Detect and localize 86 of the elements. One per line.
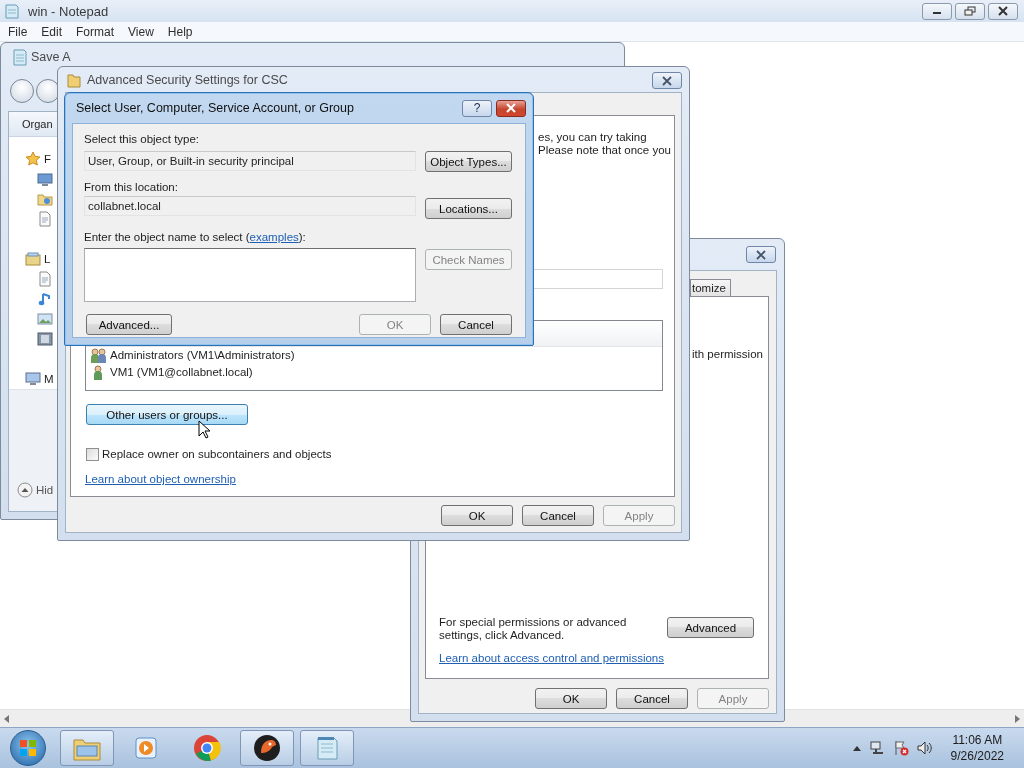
browser-icon [193, 734, 221, 762]
sidebar-item[interactable]: F [44, 152, 52, 166]
taskbar-button[interactable] [240, 730, 294, 766]
close-button[interactable] [746, 246, 776, 263]
window-title: Save A [31, 50, 71, 64]
menu-item[interactable]: Edit [34, 24, 70, 39]
close-button[interactable] [652, 72, 682, 89]
window-title: Advanced Security Settings for CSC [87, 72, 288, 87]
close-icon [998, 6, 1008, 16]
network-icon [868, 740, 885, 756]
object-type-field: User, Group, or Built-in security principal [84, 151, 416, 171]
film-icon [37, 331, 53, 347]
menu-item[interactable]: Format [69, 24, 122, 39]
bird-icon [252, 733, 282, 763]
chevron-up-icon [852, 745, 861, 751]
menu-item[interactable]: File [1, 24, 35, 39]
close-icon [662, 75, 672, 86]
help-button[interactable]: ? [462, 99, 492, 117]
tab[interactable]: tomize [690, 279, 731, 296]
dialog-button[interactable]: Cancel [440, 314, 512, 335]
menu-item[interactable]: Help [160, 24, 200, 39]
list-item[interactable]: Administrators (VM1\Administrators) [110, 349, 295, 362]
document-icon [37, 271, 53, 287]
minimize-button[interactable] [922, 2, 952, 20]
locations-button[interactable]: Locations... [425, 198, 512, 219]
checkbox-label: Replace owner on subcontainers and objects [102, 448, 332, 461]
object-name-field[interactable] [84, 248, 416, 302]
close-button[interactable] [496, 99, 526, 117]
permission-text: ith permission [692, 348, 764, 361]
people-icon [91, 347, 107, 364]
checkbox[interactable] [86, 448, 99, 461]
advanced-note: For special permissions or advanced settings, click Advanced. [439, 616, 628, 642]
clock-date: 9/26/2022 [950, 748, 1004, 764]
dialog-button[interactable]: Cancel [522, 505, 594, 526]
field-label: Select this object type: [84, 133, 201, 146]
sidebar-item[interactable]: L [44, 252, 51, 266]
close-button[interactable] [988, 2, 1018, 20]
close-icon [756, 249, 766, 260]
field-label: From this location: [84, 181, 179, 194]
right-arrow-icon [1014, 714, 1020, 723]
other-users-button[interactable]: Other users or groups... [86, 404, 248, 425]
left-arrow-icon [4, 714, 10, 723]
note-text: es, you can try taking [538, 131, 648, 144]
object-types-button[interactable]: Object Types... [425, 151, 512, 172]
restore-icon [964, 6, 976, 16]
folder-icon [67, 71, 81, 88]
clock[interactable]: 11:06 AM 9/26/2022 [950, 732, 1004, 764]
forward-button[interactable] [36, 79, 60, 103]
collapse-icon [17, 482, 33, 498]
toolbar-menu[interactable]: Organ [22, 117, 53, 131]
examples-link[interactable]: examples [249, 231, 299, 243]
windows-logo-icon [19, 739, 37, 757]
monitor-icon [37, 171, 53, 187]
play-icon [134, 735, 160, 761]
note-text: Please note that once you [538, 144, 672, 157]
advanced-button[interactable]: Advanced... [86, 314, 172, 335]
folder-icon [37, 191, 53, 207]
flag-icon [892, 740, 909, 756]
star-icon [25, 151, 41, 167]
list-item[interactable]: VM1 (VM1@collabnet.local) [110, 366, 253, 379]
window-title: Select User, Computer, Service Account, or Group [76, 101, 354, 115]
dialog-button[interactable]: OK [441, 505, 513, 526]
back-button[interactable] [10, 79, 34, 103]
volume-icon [916, 740, 933, 756]
help-link[interactable]: Learn about object ownership [85, 473, 236, 485]
sidebar-item[interactable]: M [44, 372, 54, 386]
pointer-icon [198, 420, 210, 439]
clock-time: 11:06 AM [952, 732, 1003, 748]
start-button[interactable] [10, 730, 46, 766]
window-title: win - Notepad [28, 3, 109, 19]
computer-icon [25, 371, 41, 387]
hide-folders-link[interactable]: Hid [36, 483, 54, 497]
advanced-button[interactable]: Advanced [667, 617, 754, 638]
dialog-button[interactable]: Cancel [616, 688, 688, 709]
menu-item[interactable]: View [121, 24, 161, 39]
music-note-icon [37, 291, 53, 307]
library-icon [25, 251, 41, 267]
field-label: Enter the object name to select (examples): [84, 231, 307, 244]
dialog-button[interactable]: OK [535, 688, 607, 709]
notepad-icon [12, 48, 28, 66]
location-field: collabnet.local [84, 196, 416, 216]
picture-icon [37, 311, 53, 327]
document-icon [37, 211, 53, 227]
help-link[interactable]: Learn about access control and permissions [439, 652, 768, 665]
notepad-icon [4, 3, 20, 19]
close-icon [506, 103, 516, 113]
